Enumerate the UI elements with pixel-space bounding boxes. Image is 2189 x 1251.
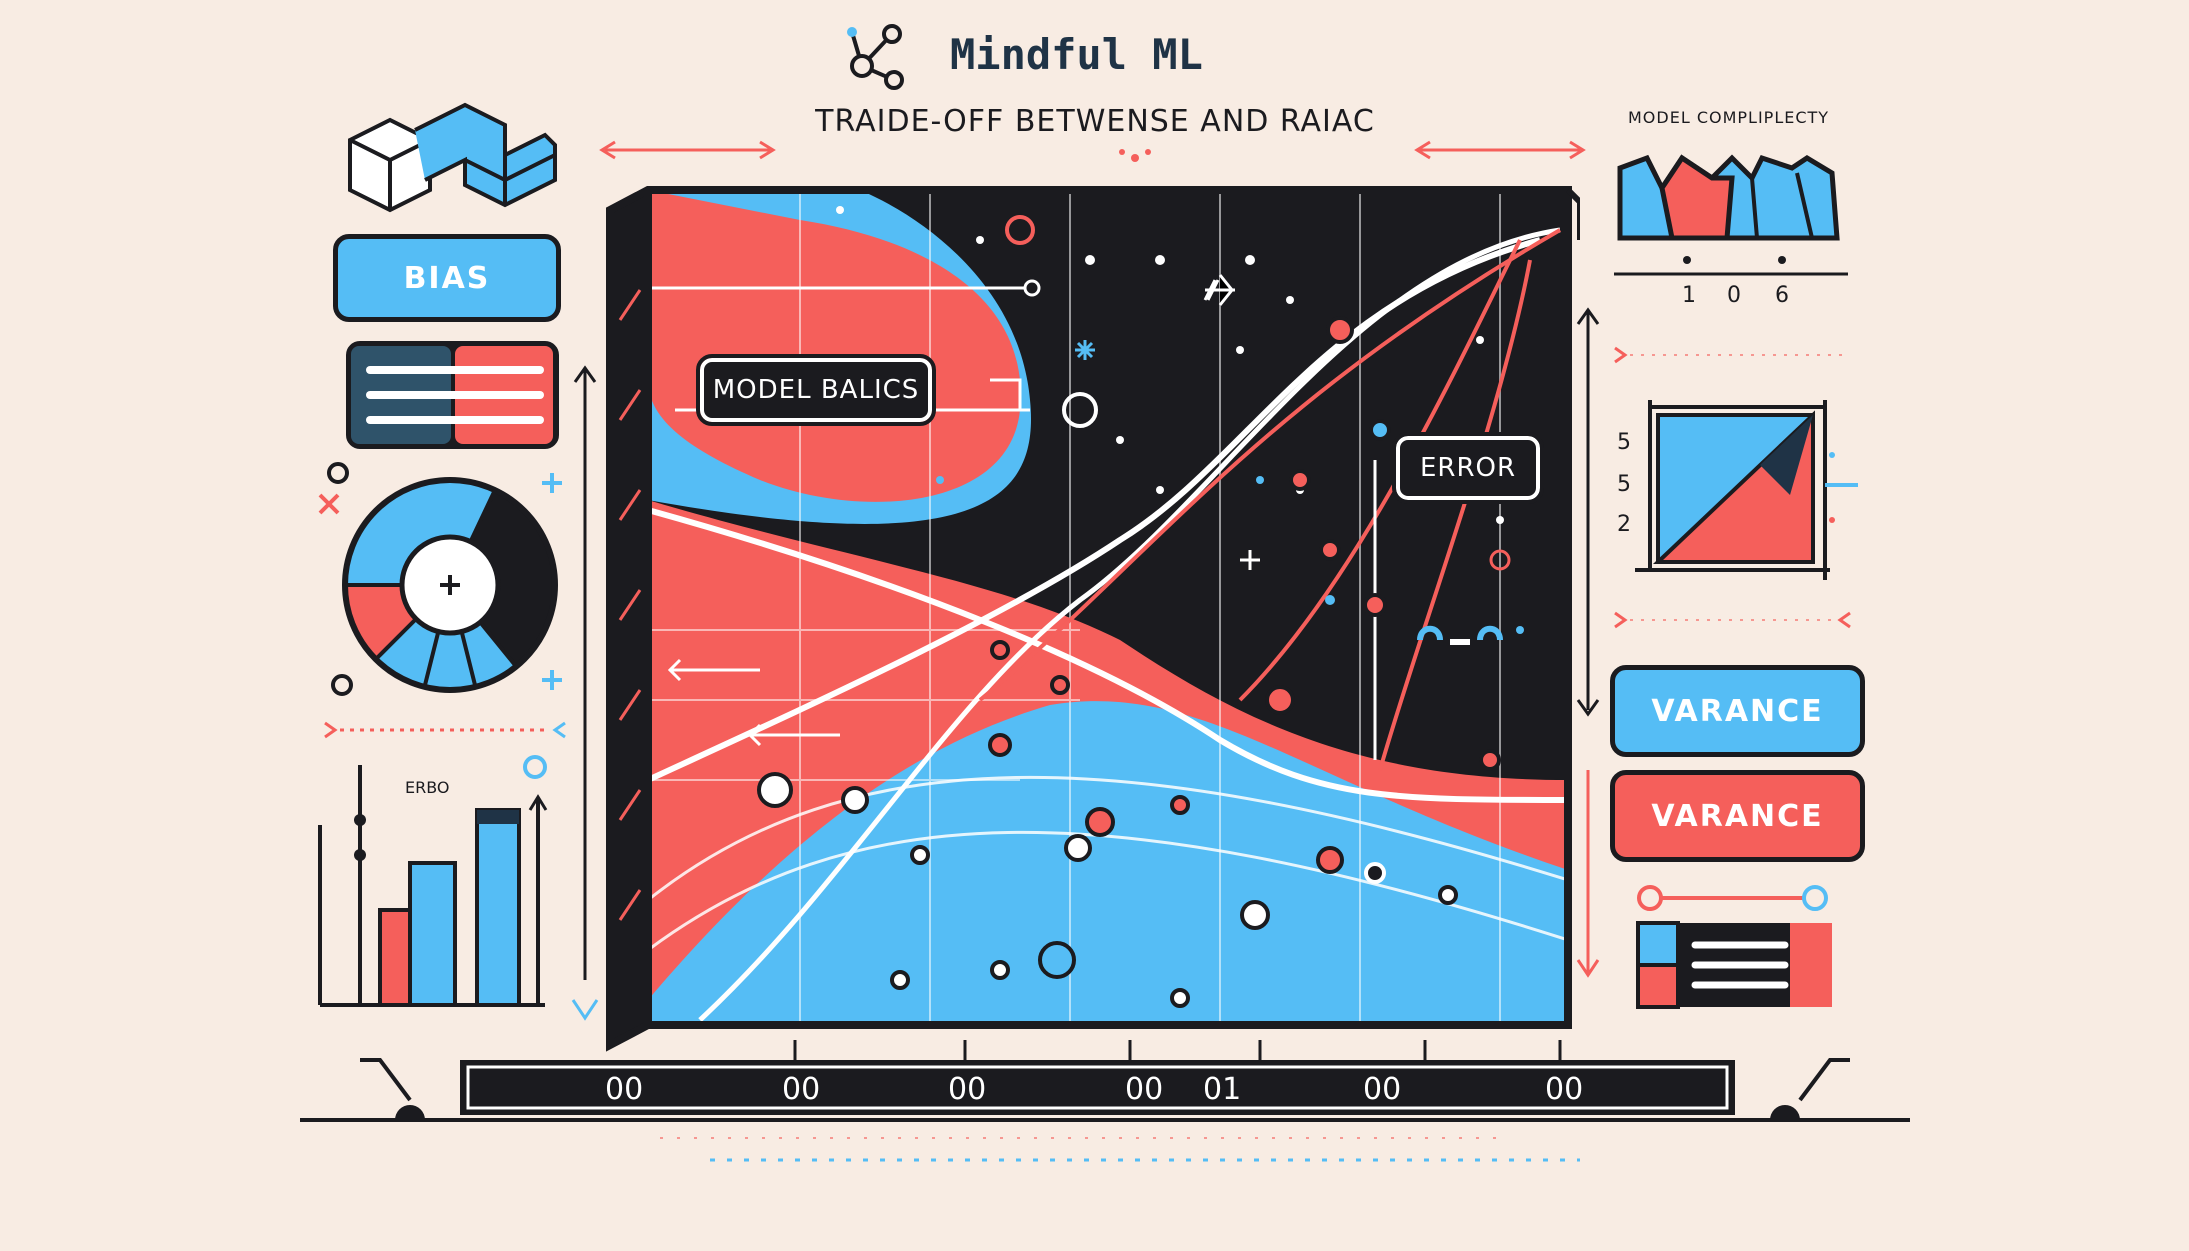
model-complexity-label: MODEL COMPLIPLECTY (1628, 108, 1830, 127)
axis-tick: 01 (1203, 1072, 1242, 1107)
x-axis-bar (300, 1040, 1910, 1122)
variance-button-red[interactable]: VARANCE (1610, 770, 1865, 862)
axis-tick: 00 (782, 1072, 821, 1107)
toggle-card[interactable] (1635, 920, 1835, 1010)
y-tick: 5 (1617, 472, 1631, 497)
range-slider[interactable] (1630, 878, 1840, 918)
y-tick: 5 (1617, 430, 1631, 455)
bias-button[interactable]: BIAS (333, 234, 561, 322)
area-triangle-chart (1635, 400, 1858, 580)
bottom-dashes (660, 1137, 1580, 1162)
dashed-divider (324, 721, 566, 739)
decor-symbols-left (318, 462, 562, 696)
title-arrows (599, 140, 1586, 162)
left-vertical-arrow (571, 365, 599, 1021)
y-tick: 2 (1617, 512, 1631, 537)
main-chart (606, 186, 1580, 1052)
axis-tick: 00 (948, 1072, 987, 1107)
complexity-tick: 1 (1682, 283, 1696, 308)
axis-tick: 00 (1363, 1072, 1402, 1107)
axis-tick: 00 (1545, 1072, 1584, 1107)
error-label: ERROR (1392, 432, 1544, 504)
brand-name: Mindful ML (950, 30, 1203, 79)
variance-button-blue[interactable]: VARANCE (1610, 665, 1865, 757)
erbo-label: ERBO (405, 778, 450, 797)
cube-blocks-icon (348, 102, 557, 213)
slider-bars-card[interactable] (345, 340, 560, 450)
model-label: MODEL BALICS (696, 354, 936, 426)
complexity-tick: 6 (1775, 283, 1789, 308)
right-vertical-arrow (1576, 307, 1600, 978)
complexity-blocks (1614, 154, 1848, 276)
axis-tick: 00 (1125, 1072, 1164, 1107)
axis-tick: 00 (605, 1072, 644, 1107)
molecule-icon (847, 24, 904, 90)
complexity-tick: 0 (1727, 283, 1741, 308)
